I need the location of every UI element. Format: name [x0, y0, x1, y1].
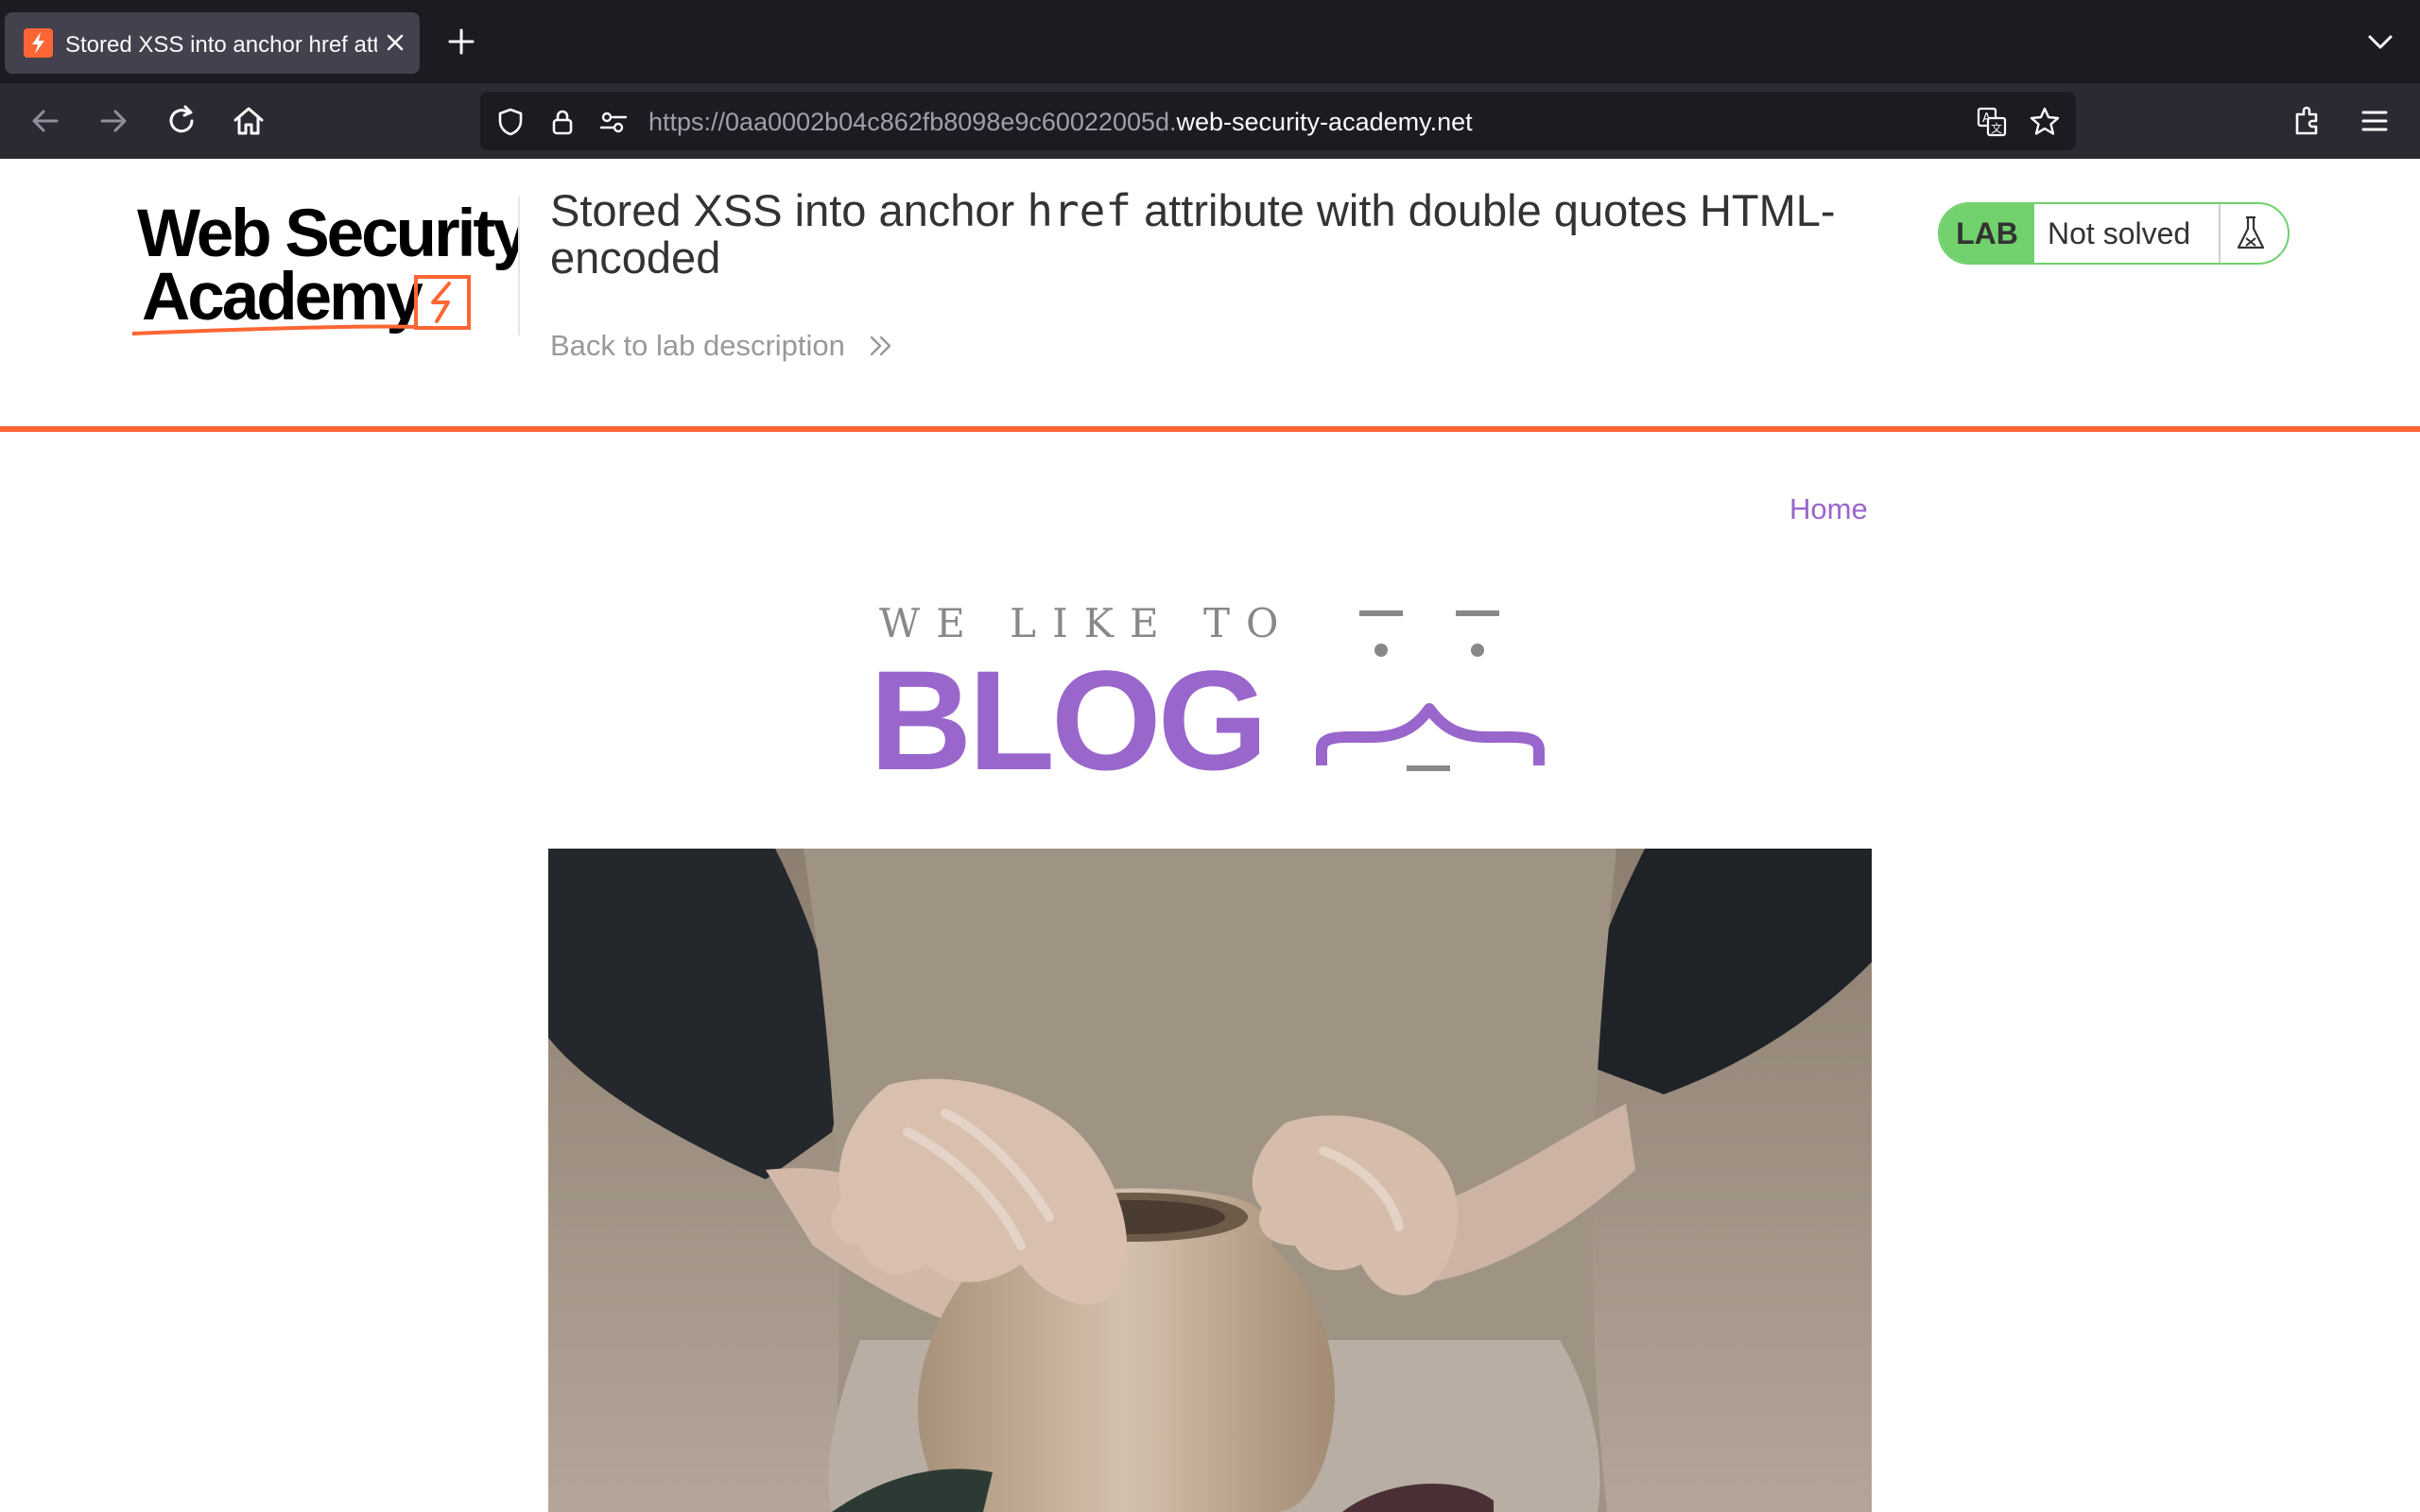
tracking-shield-icon[interactable] — [494, 106, 527, 138]
lab-status-separator — [2219, 204, 2221, 263]
lab-header: Web Security Academy Stored XSS into anc… — [0, 159, 2420, 433]
close-icon[interactable] — [378, 26, 412, 60]
we-like-to-blog-logo: WE LIKE TO BLOG — [870, 593, 1550, 799]
lab-status-text: Not solved — [2048, 216, 2191, 250]
lab-title: Stored XSS into anchor href attribute wi… — [550, 187, 1883, 282]
lock-icon[interactable] — [546, 106, 579, 138]
back-to-lab-description-link[interactable]: Back to lab description — [550, 327, 845, 365]
new-tab-plus-icon[interactable] — [444, 25, 478, 59]
lab-title-pre: Stored XSS into anchor — [550, 185, 1028, 235]
blog-logo-word: BLOG — [870, 641, 1264, 782]
nav-home-link[interactable]: Home — [1789, 490, 1868, 529]
svg-text:Academy: Academy — [142, 260, 424, 335]
browser-tab[interactable]: Stored XSS into anchor href attr — [5, 12, 420, 74]
tab-list-chevron-down-icon[interactable] — [2363, 25, 2397, 59]
site-permissions-icon[interactable] — [597, 106, 630, 138]
address-bar[interactable]: https://0aa0002b04c862fb8098e9c60022005d… — [480, 92, 2076, 150]
translate-icon[interactable]: A文 — [1976, 106, 2008, 138]
home-icon[interactable] — [230, 102, 268, 140]
flask-icon — [2229, 212, 2273, 255]
lab-status-widget: LAB Not solved — [1938, 202, 2290, 265]
extensions-puzzle-icon[interactable] — [2289, 102, 2326, 140]
back-arrow-icon[interactable] — [26, 102, 64, 140]
svg-text:文: 文 — [1991, 121, 2002, 135]
header-orange-rule — [0, 426, 2420, 432]
blog-post-image[interactable] — [548, 849, 1872, 1512]
lab-badge: LAB — [1940, 204, 2034, 263]
lab-favicon-icon — [24, 28, 53, 58]
url-scheme: https://0aa0002b04c862fb8098e9c60022005d… — [648, 108, 1177, 136]
url-host: web-security-academy.net — [1176, 108, 1473, 136]
app-menu-hamburger-icon[interactable] — [2356, 102, 2394, 140]
reload-icon[interactable] — [163, 102, 200, 140]
lab-title-code: href — [1027, 185, 1132, 236]
browser-nav-bar: https://0aa0002b04c862fb8098e9c60022005d… — [0, 83, 2420, 159]
header-divider — [518, 197, 520, 335]
bookmark-star-icon[interactable] — [2029, 106, 2061, 138]
browser-tab-bar: Stored XSS into anchor href attr — [0, 0, 2420, 83]
tab-title: Stored XSS into anchor href attr — [65, 32, 377, 58]
forward-arrow-icon[interactable] — [95, 102, 132, 140]
double-chevron-right-icon[interactable] — [868, 329, 894, 363]
blog-logo-tagline: WE LIKE TO — [879, 600, 1295, 646]
url-text[interactable]: https://0aa0002b04c862fb8098e9c60022005d… — [648, 107, 1473, 137]
web-security-academy-logo[interactable]: Web Security Academy — [130, 197, 533, 338]
